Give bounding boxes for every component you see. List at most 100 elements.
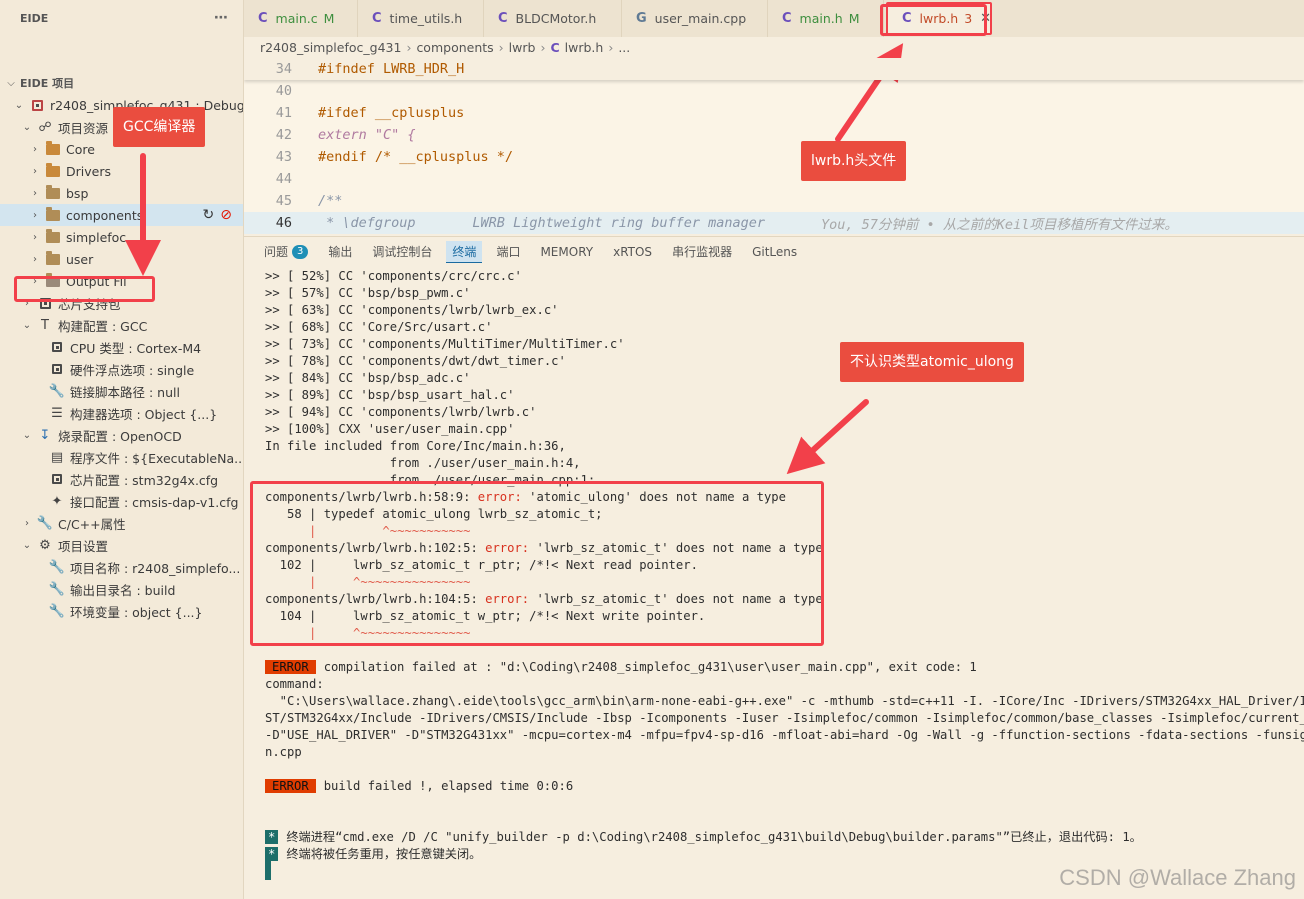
terminal-line: "C:\Users\wallace.zhang\.eide\tools\gcc_… [265, 694, 1304, 708]
code-editor[interactable]: 34 #ifndef LWRB_HDR_H 40 41 #ifdef __cpl… [244, 58, 1304, 234]
tab-memory[interactable]: MEMORY [540, 241, 593, 263]
tab-main-c[interactable]: C main.c M [244, 0, 358, 37]
tree-flash-config[interactable]: ⌄ ↧ 烧录配置 : OpenOCD [0, 424, 243, 446]
code-line: 44 [275, 171, 292, 187]
sidebar-title: EIDE [20, 11, 49, 25]
terminal-line: ST/STM32G4xx/Include -IDrivers/CMSIS/Inc… [265, 711, 1304, 725]
breadcrumb-symbols[interactable]: ... [618, 40, 630, 55]
terminal-line: from ./user/user_main.h:4, [265, 456, 581, 470]
c-file-icon: C [498, 11, 508, 26]
callout-gcc: GCC编译器 [113, 107, 206, 147]
tree-build-config[interactable]: ⌄ T 构建配置 : GCC [0, 314, 243, 336]
breadcrumb-item[interactable]: lwrb [509, 40, 536, 55]
git-blame-annotation: You, 57分钟前 • 从之前的Keil项目移植所有文件过来。 [821, 217, 1178, 233]
task-status-icon: * [265, 830, 279, 844]
breadcrumb-item[interactable]: components [416, 40, 493, 55]
tree-output-dir[interactable]: 🔧 输出目录名 : build [0, 578, 243, 600]
terminal-line: >> [ 68%] CC 'Core/Src/usart.c' [265, 320, 493, 334]
terminal-line: >> [ 73%] CC 'components/MultiTimer/Mult… [265, 337, 625, 351]
code-line: 42 extern "C" { [275, 127, 416, 143]
tree-builder-options[interactable]: ☰ 构建器选项 : Object {...} [0, 402, 243, 424]
hammer-icon: T [41, 317, 49, 333]
code-line: 40 [275, 83, 292, 99]
chevron-down-icon: ⌄ [22, 539, 32, 551]
c-file-icon: C [782, 11, 792, 26]
breadcrumb-file[interactable]: lwrb.h [565, 40, 604, 55]
tab-xrtos[interactable]: xRTOS [613, 241, 652, 263]
chevron-down-icon: ⌄ [14, 99, 24, 111]
tree-cpp-props[interactable]: › 🔧 C/C++属性 [0, 512, 243, 534]
terminal-line: -D"USE_HAL_DRIVER" -D"STM32G431xx" -mcpu… [265, 728, 1304, 742]
cpp-file-icon: G [636, 11, 647, 26]
more-actions-icon[interactable]: ⋯ [214, 10, 229, 26]
chip-icon [49, 361, 65, 377]
wrench-icon: 🔧 [48, 581, 66, 597]
terminal-line: n.cpp [265, 745, 302, 759]
tab-bldcmotor-h[interactable]: C BLDCMotor.h [484, 0, 622, 37]
file-icon: ▤ [50, 449, 64, 465]
tree-project-settings[interactable]: ⌄ ⚙ 项目设置 [0, 534, 243, 556]
panel-tabs: 问题 3 输出 调试控制台 终端 端口 MEMORY xRTOS 串行监视器 G… [244, 236, 1304, 266]
chevron-right-icon: › [33, 165, 37, 177]
chevron-right-icon: › [33, 143, 37, 155]
c-file-icon: C [372, 11, 382, 26]
options-icon: ☰ [51, 405, 63, 421]
terminal-line: >> [ 94%] CC 'components/lwrb/lwrb.c' [265, 405, 537, 419]
terminal-line: >> [100%] CXX 'user/user_main.cpp' [265, 422, 515, 436]
tab-time-utils-h[interactable]: C time_utils.h [358, 0, 484, 37]
tab-terminal[interactable]: 终端 [446, 240, 483, 263]
chevron-right-icon: › [540, 40, 546, 55]
watermark: CSDN @Wallace Zhang [1059, 865, 1296, 890]
tab-main-h[interactable]: C main.h M [768, 0, 884, 37]
tab-output[interactable]: 输出 [328, 241, 352, 263]
chevron-right-icon: › [33, 253, 37, 265]
tree-chip-config[interactable]: 芯片配置 : stm32g4x.cfg [0, 468, 243, 490]
chip-icon [49, 339, 65, 355]
tree-env-vars[interactable]: 🔧 环境变量 : object {...} [0, 600, 243, 622]
tree-folder-bsp[interactable]: › bsp [0, 182, 243, 204]
exclude-icon[interactable]: ⊘ [220, 207, 232, 223]
wrench-icon: 🔧 [48, 559, 66, 575]
tree-cpu-type[interactable]: CPU 类型 : Cortex-M4 [0, 336, 243, 358]
tree-folder-user[interactable]: › user [0, 248, 243, 270]
terminal-line: >> [ 84%] CC 'bsp/bsp_adc.c' [265, 371, 471, 385]
tree-folder-simplefoc[interactable]: › simplefoc [0, 226, 243, 248]
chevron-right-icon: › [406, 40, 412, 55]
folder-icon [45, 228, 61, 245]
terminal-line: >> [ 78%] CC 'components/dwt/dwt_timer.c… [265, 354, 566, 368]
tree-interface-config[interactable]: ✦ 接口配置 : cmsis-dap-v1.cfg [0, 490, 243, 512]
callout-atomic-type: 不认识类型atomic_ulong [840, 342, 1024, 382]
tab-user-main-cpp[interactable]: G user_main.cpp [622, 0, 768, 37]
project-icon [29, 97, 45, 113]
tree-project-name[interactable]: 🔧 项目名称 : r2408_simplefo... [0, 556, 243, 578]
tab-debug-console[interactable]: 调试控制台 [372, 241, 432, 263]
tree-folder-components[interactable]: › components ↻ ⊘ [0, 204, 243, 226]
code-line: 41 #ifdef __cplusplus [275, 105, 465, 121]
tab-serial-monitor[interactable]: 串行监视器 [672, 241, 732, 263]
tree-fpu-option[interactable]: 硬件浮点选项 : single [0, 358, 243, 380]
section-eide-project[interactable]: ⌵ EIDE 项目 [0, 72, 243, 94]
chevron-right-icon: › [498, 40, 504, 55]
tab-ports[interactable]: 端口 [496, 241, 520, 263]
code-line: 45 /** [275, 193, 343, 209]
resources-icon: ☍ [38, 119, 52, 135]
gear-icon: ⚙ [39, 537, 51, 553]
wrench-icon: 🔧 [48, 603, 66, 619]
plug-icon: ✦ [51, 493, 63, 509]
terminal-line: >> [ 52%] CC 'components/crc/crc.c' [265, 269, 522, 283]
tree-program-file[interactable]: ▤ 程序文件 : ${ExecutableNa... [0, 446, 243, 468]
download-icon: ↧ [39, 427, 51, 443]
terminal-exit-line: * 终端进程“cmd.exe /D /C "unify_builder -p d:… [265, 829, 1142, 846]
tab-problems[interactable]: 问题 3 [264, 241, 309, 263]
tree-folder-drivers[interactable]: › Drivers [0, 160, 243, 182]
terminal-exit-line: * 终端将被任务重用，按任意键关闭。 [265, 846, 481, 863]
code-line: 34 #ifndef LWRB_HDR_H [244, 58, 1304, 80]
error-tag: ERROR [265, 779, 316, 793]
refresh-icon[interactable]: ↻ [203, 207, 215, 223]
tree-linker-script[interactable]: 🔧 链接脚本路径 : null [0, 380, 243, 402]
terminal-line: >> [ 57%] CC 'bsp/bsp_pwm.c' [265, 286, 471, 300]
highlight-frame-build-config [14, 276, 155, 302]
tab-gitlens[interactable]: GitLens [752, 241, 797, 263]
compile-failed-line: ERROR compilation failed at : "d:\Coding\… [265, 659, 977, 676]
breadcrumb-item[interactable]: r2408_simplefoc_g431 [260, 40, 401, 55]
